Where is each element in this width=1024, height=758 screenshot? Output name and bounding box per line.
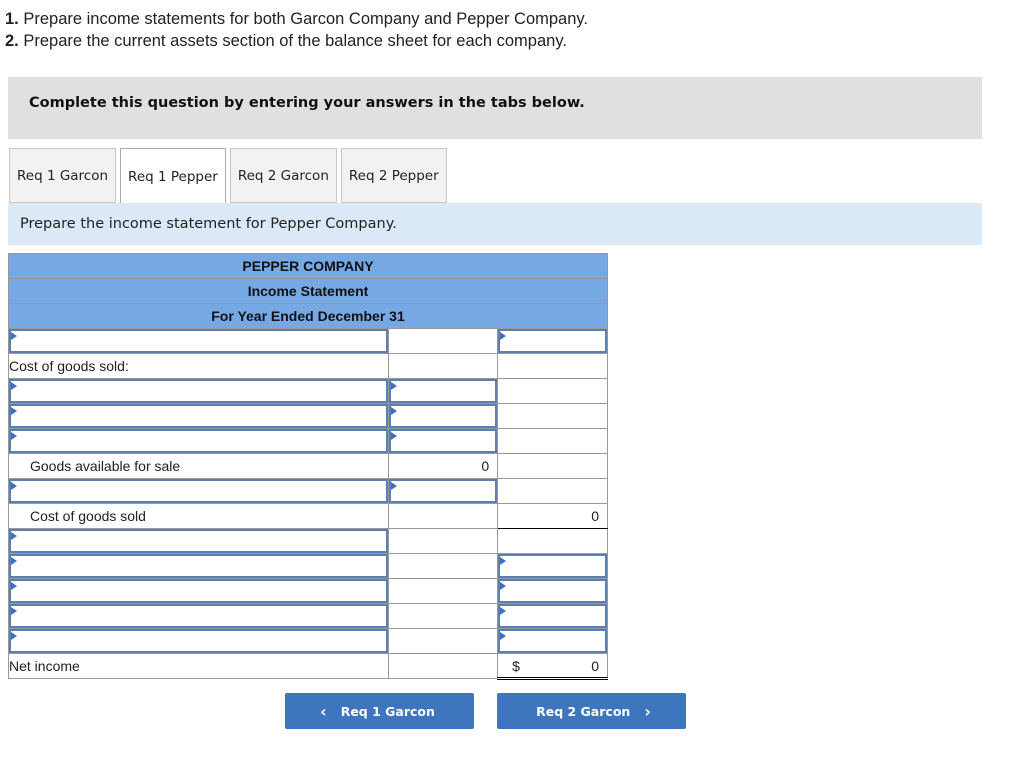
net-income-label: Net income — [7, 653, 390, 679]
cogs-total-label: Cost of goods sold — [7, 503, 390, 529]
tab-bar: Req 1 Garcon Req 1 Pepper Req 2 Garcon R… — [9, 148, 451, 205]
prev-button[interactable]: ‹ Req 1 Garcon — [285, 693, 474, 729]
goods-available-value: 0 — [388, 453, 499, 479]
expense-3-amount-input[interactable] — [498, 604, 607, 628]
table-row: Net income $0 — [7, 653, 608, 680]
expense-1-amount-input[interactable] — [498, 554, 607, 578]
tab-req2-pepper[interactable]: Req 2 Pepper — [340, 148, 447, 203]
table-row — [7, 603, 608, 629]
table-row — [7, 378, 608, 404]
table-row — [7, 328, 608, 354]
cogs-header-label: Cost of goods sold: — [7, 353, 390, 379]
expense-1-label-input[interactable] — [9, 554, 389, 578]
cogs-item-1-amount-input[interactable] — [389, 379, 498, 403]
tab-req2-garcon[interactable]: Req 2 Garcon — [229, 148, 337, 203]
table-row — [7, 403, 608, 429]
expense-2-amount-input[interactable] — [498, 579, 607, 603]
table-row: Cost of goods sold 0 — [7, 503, 608, 529]
expense-4-label-input[interactable] — [9, 629, 389, 653]
cogs-item-2-amount-input[interactable] — [389, 404, 498, 428]
ending-inventory-amount-input[interactable] — [389, 479, 498, 503]
instruction-banner: Complete this question by entering your … — [8, 77, 982, 139]
tab-req1-garcon[interactable]: Req 1 Garcon — [9, 148, 117, 203]
gross-profit-label-input[interactable] — [9, 529, 389, 553]
expense-4-amount-input[interactable] — [498, 629, 607, 653]
tab-instruction: Prepare the income statement for Pepper … — [8, 203, 982, 245]
table-row — [7, 528, 608, 554]
chevron-left-icon: ‹ — [320, 701, 327, 721]
cogs-item-3-amount-input[interactable] — [389, 429, 498, 453]
sales-amount-input[interactable] — [498, 329, 607, 353]
table-row — [7, 553, 608, 579]
ending-inventory-label-input[interactable] — [9, 479, 389, 503]
goods-available-label: Goods available for sale — [7, 453, 390, 479]
cogs-item-2-label-input[interactable] — [9, 404, 389, 428]
income-statement-table: PEPPER COMPANY Income Statement For Year… — [7, 253, 608, 680]
net-income-cell: $0 — [497, 653, 608, 680]
table-row — [7, 578, 608, 604]
net-income-value: 0 — [591, 657, 599, 674]
chevron-right-icon: › — [644, 701, 651, 721]
cogs-item-1-label-input[interactable] — [9, 379, 389, 403]
instruction-2: 2. Prepare the current assets section of… — [5, 32, 567, 50]
cogs-total-value: 0 — [497, 503, 608, 529]
statement-title: Income Statement — [8, 278, 608, 304]
instructions: 1. Prepare income statements for both Ga… — [5, 8, 588, 52]
table-row — [7, 428, 608, 454]
company-name: PEPPER COMPANY — [8, 253, 608, 279]
table-row: Cost of goods sold: — [7, 353, 608, 379]
cogs-item-3-label-input[interactable] — [9, 429, 389, 453]
statement-period: For Year Ended December 31 — [8, 303, 608, 329]
instruction-1: 1. Prepare income statements for both Ga… — [5, 10, 589, 28]
expense-3-label-input[interactable] — [9, 604, 389, 628]
next-button[interactable]: Req 2 Garcon › — [497, 693, 686, 729]
sales-label-input[interactable] — [9, 329, 389, 353]
table-row — [7, 478, 608, 504]
expense-2-label-input[interactable] — [9, 579, 389, 603]
currency-symbol: $ — [512, 658, 520, 674]
tab-req1-pepper[interactable]: Req 1 Pepper — [120, 148, 226, 205]
table-row — [7, 628, 608, 654]
table-row: Goods available for sale 0 — [7, 453, 608, 479]
